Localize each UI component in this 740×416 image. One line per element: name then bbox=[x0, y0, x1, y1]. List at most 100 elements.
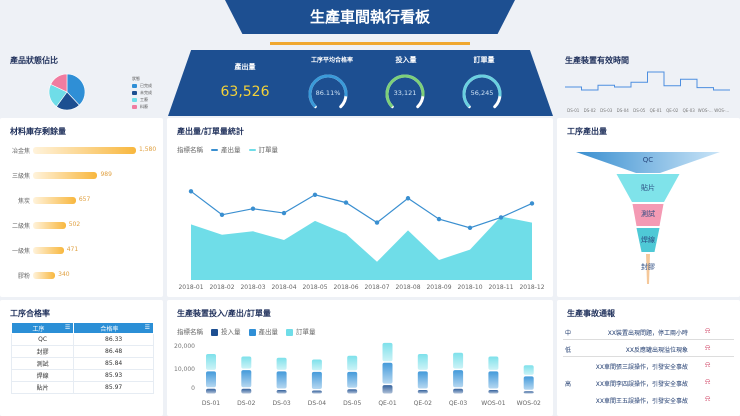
output-point bbox=[405, 196, 411, 201]
table-row[interactable]: 測試 85.84 bbox=[10, 357, 154, 370]
page-title: 生產車間執行看板 bbox=[309, 8, 430, 26]
bar-segment bbox=[241, 356, 252, 369]
header-accent-line bbox=[270, 42, 470, 45]
bar-chart-title: 生產裝置投入/產出/訂單量 bbox=[177, 309, 271, 318]
bar-segment bbox=[417, 390, 428, 394]
x-tick-label: 2018-07 bbox=[364, 284, 389, 291]
uptime-x-label: WOS-... bbox=[698, 108, 713, 113]
x-tick-label: DS-03 bbox=[272, 400, 290, 407]
x-tick-label: DS-04 bbox=[308, 400, 326, 407]
inventory-card: 材料庫存剩餘量 冶金焦 1,580 三級焦 989 焦炭 657 二級焦 502 一級焦 471 膠… bbox=[0, 118, 163, 297]
uptime-x-label: WOS-... bbox=[714, 108, 729, 113]
x-tick-label: 2018-12 bbox=[519, 284, 544, 291]
output-point bbox=[219, 212, 225, 217]
bar-segment bbox=[347, 389, 358, 394]
input-label: 投入量 bbox=[395, 56, 417, 64]
uptime-x-label: DS-03 bbox=[600, 108, 613, 113]
accident-row[interactable]: 中 XX裝置出現問題，停工兩小時 ⍾ bbox=[557, 325, 740, 339]
table-row[interactable]: QC 86.33 bbox=[10, 333, 154, 346]
table-row[interactable]: 貼片 85.97 bbox=[10, 381, 154, 394]
pie-legend-item[interactable]: 已完成 bbox=[132, 83, 152, 89]
output-point bbox=[343, 200, 349, 205]
bar-segment bbox=[523, 391, 534, 394]
x-tick-label: 2018-05 bbox=[302, 284, 327, 291]
inventory-bar-row: 二級焦 502 bbox=[11, 221, 81, 230]
x-tick-label: QE-02 bbox=[414, 400, 432, 407]
funnel-label: 焊線 bbox=[641, 235, 655, 244]
uptime-title: 生產裝置有效時間 bbox=[565, 56, 629, 65]
bar-segment bbox=[453, 370, 464, 388]
table-row[interactable]: 封膠 86.48 bbox=[10, 345, 154, 358]
uptime-x-label: DS-01 bbox=[567, 108, 580, 113]
bar-segment bbox=[347, 355, 358, 371]
output-point bbox=[498, 215, 504, 220]
output-point bbox=[188, 189, 194, 194]
x-tick-label: 2018-03 bbox=[240, 284, 265, 291]
legend-input[interactable]: 投入量 bbox=[211, 326, 241, 336]
uptime-line bbox=[565, 71, 730, 91]
line-legend: 指標名稱 產出量 訂單量 bbox=[177, 144, 278, 154]
output-point bbox=[312, 192, 318, 197]
inventory-bar bbox=[33, 272, 56, 279]
accident-row[interactable]: 低 XX反應罐出現溢位現象 ⍾ bbox=[557, 342, 740, 356]
legend-output[interactable]: 產出量 bbox=[211, 144, 241, 154]
legend-order[interactable]: 訂單量 bbox=[248, 144, 278, 154]
bar-segment bbox=[523, 365, 534, 375]
x-tick-label: DS-01 bbox=[202, 400, 220, 407]
bar-segment bbox=[488, 371, 499, 389]
accident-row[interactable]: XX車間李四誤操作，引發安全事故 ⍾ bbox=[557, 376, 740, 390]
output-order-card: 產出量/訂單量統計 指標名稱 產出量 訂單量 2018-01 2018-02 201… bbox=[167, 118, 553, 297]
x-tick-label: DS-05 bbox=[343, 400, 361, 407]
column-header[interactable]: 工序 ☰ bbox=[10, 322, 75, 334]
inventory-bar bbox=[33, 247, 64, 254]
device-bar-card: 生產裝置投入/產出/訂單量 指標名稱 投入量 產出量 訂單量 20,000 10,… bbox=[167, 300, 553, 416]
output-point bbox=[436, 216, 442, 222]
pie-legend-item[interactable]: 料廢 bbox=[132, 104, 152, 110]
x-tick-label: 2018-01 bbox=[178, 284, 203, 291]
divider bbox=[563, 339, 734, 340]
x-tick-label: QE-03 bbox=[449, 400, 467, 407]
output-label: 產出量 bbox=[234, 63, 256, 71]
legend-order[interactable]: 訂單量 bbox=[286, 326, 316, 336]
pass-table-card: 工序合格率 工序 ☰ 合格率 ☰ QC 86.33 封膠 86.48 測試 85.84 焊線 85… bbox=[0, 300, 163, 416]
bar-segment bbox=[311, 390, 322, 394]
alarm-icon: ⍾ bbox=[705, 377, 711, 386]
bar-segment bbox=[311, 371, 322, 390]
inventory-bar-row: 膠粉 340 bbox=[17, 271, 70, 280]
funnel-chart: QC 貼片測試焊線封膠 bbox=[576, 152, 720, 284]
status-pie-chart bbox=[48, 73, 86, 111]
x-tick-label: 2018-10 bbox=[457, 284, 482, 291]
line-chart: 2018-01 2018-02 2018-03 2018-04 2018-05 2018-… bbox=[178, 189, 545, 291]
pass-rate-label: 工序平均合格率 bbox=[310, 57, 353, 64]
inventory-title: 材料庫存剩餘量 bbox=[10, 127, 66, 136]
order-label: 訂單量 bbox=[473, 56, 495, 64]
bar-segment bbox=[523, 376, 534, 390]
pass-table: 工序 ☰ 合格率 ☰ QC 86.33 封膠 86.48 測試 85.84 焊線 85.93 貼片 8… bbox=[10, 322, 154, 394]
x-tick-label: 2018-08 bbox=[395, 284, 420, 291]
status-pie-title: 產品狀態佔比 bbox=[10, 56, 58, 65]
accident-row[interactable]: XX車間王五誤操作，引發安全事故 ⍾ bbox=[557, 393, 740, 407]
pie-legend-item[interactable]: 未完成 bbox=[132, 90, 152, 96]
alarm-icon: ⍾ bbox=[705, 326, 711, 335]
accident-row[interactable]: 高 XX車間張三誤操作，引發安全事故 ⍾ bbox=[557, 359, 740, 388]
x-tick-label: 2018-11 bbox=[488, 284, 513, 291]
column-header[interactable]: 合格率 ☰ bbox=[73, 322, 154, 334]
sort-icon: ☰ bbox=[144, 323, 150, 331]
bar-segment bbox=[453, 388, 464, 394]
inventory-bar-row: 冶金焦 1,580 bbox=[11, 146, 157, 155]
inventory-bar bbox=[33, 172, 98, 179]
pass-table-title: 工序合格率 bbox=[10, 309, 50, 318]
bar-segment bbox=[488, 356, 499, 370]
accident-title: 生產事故通報 bbox=[567, 309, 615, 318]
table-row[interactable]: 焊線 85.93 bbox=[10, 369, 154, 382]
output-value: 63,526 bbox=[220, 84, 270, 100]
stacked-bar-chart: 20,000 10,000 0 DS-01 DS-02 DS-03 DS-04 DS-05 QE… bbox=[174, 342, 541, 407]
gauge-value: 33,121 bbox=[393, 89, 417, 97]
uptime-x-label: QE-03 bbox=[683, 108, 696, 113]
inventory-bar-row: 焦炭 657 bbox=[17, 196, 91, 205]
gauge-value: 56,245 bbox=[470, 89, 494, 97]
pie-legend-item[interactable]: 工廢 bbox=[132, 97, 152, 103]
alarm-icon: ⍾ bbox=[705, 360, 711, 369]
bar-legend-title: 指標名稱 bbox=[177, 328, 203, 336]
legend-output[interactable]: 產出量 bbox=[248, 326, 278, 336]
